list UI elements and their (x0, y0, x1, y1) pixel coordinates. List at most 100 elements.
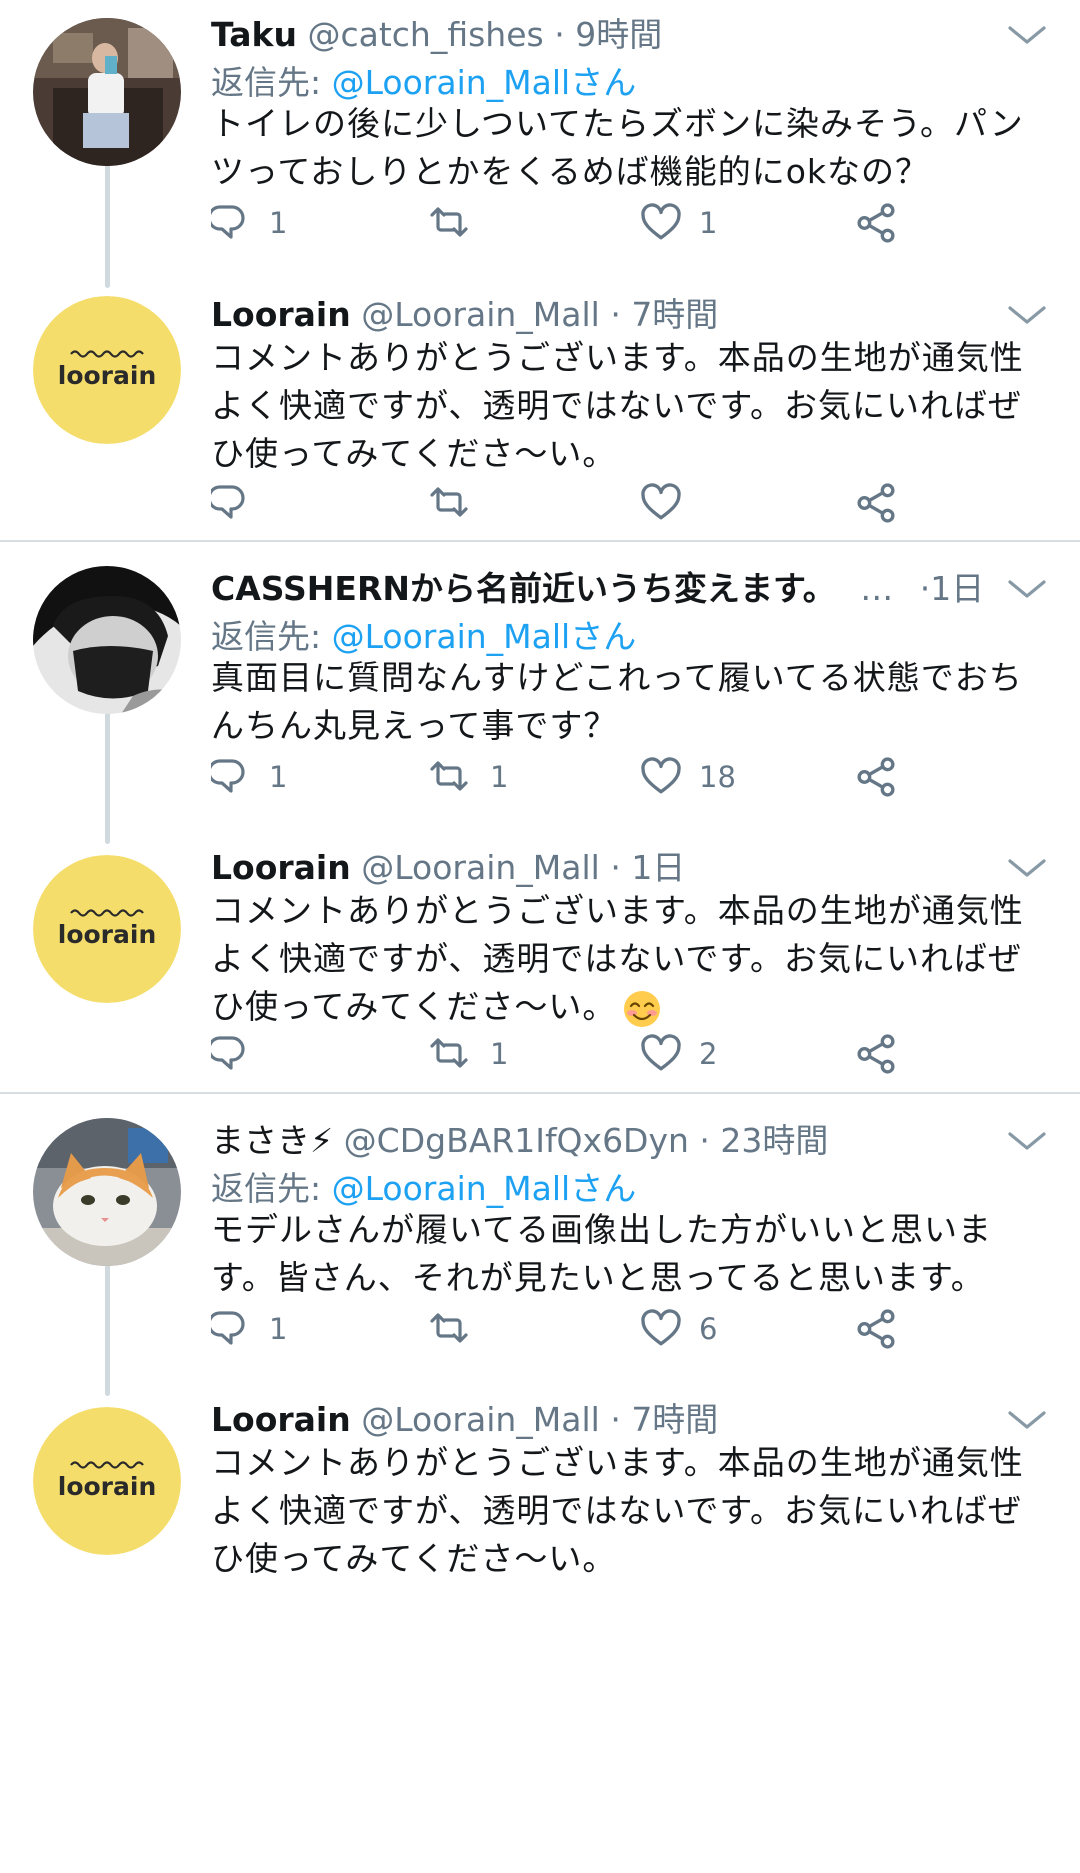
timestamp[interactable]: 9時間 (575, 15, 662, 54)
separator-dot: · (610, 848, 621, 887)
chevron-down-icon[interactable] (1004, 296, 1050, 336)
user-handle[interactable]: @Loorain_Mall (361, 1400, 600, 1439)
display-name[interactable]: CASSHERNから名前近いうち変えます。 (211, 569, 836, 608)
share-button[interactable] (856, 198, 896, 248)
like-count: 18 (699, 760, 736, 794)
logo-text: loorain (58, 1472, 157, 1501)
like-button[interactable]: 18 (641, 752, 736, 802)
action-bar: 1 1 18 (211, 752, 1031, 802)
avatar[interactable] (33, 1118, 181, 1266)
reply-button[interactable]: 1 (211, 1304, 287, 1354)
timestamp[interactable]: 7時間 (631, 295, 718, 334)
retweet-button[interactable] (426, 1304, 490, 1354)
display-name[interactable]: Loorain (211, 1400, 351, 1439)
share-icon (857, 757, 895, 797)
tweet-header: Taku @catch_fishes · 9時間 (211, 12, 990, 58)
avatar[interactable]: loorain (33, 855, 181, 1003)
thread-3: まさき⚡ @CDgBAR1IfQx6Dyn · 23時間 返信先: @Loora… (0, 1094, 1080, 1873)
logo-text: loorain (58, 361, 157, 390)
tweet-text: トイレの後に少しついてたらズボンに染みそう。パンツっておしりとかをくるめば機能的… (211, 104, 1024, 191)
reply-count: 1 (269, 760, 288, 794)
avatar[interactable]: loorain (33, 1407, 181, 1555)
chevron-down-icon[interactable] (1004, 1401, 1050, 1441)
action-bar: 1 1 (211, 198, 1031, 248)
thread-1: Taku @catch_fishes · 9時間 返信先: @Loorain_M… (0, 0, 1080, 542)
tweet-loorain-reply[interactable]: loorain Loorain @Loorain_Mall · 7時間 コメント… (0, 270, 1080, 540)
tweet-content: Loorain @Loorain_Mall · 1日 コメントありがとうございま… (211, 845, 1050, 1085)
retweet-button[interactable]: 1 (426, 1029, 508, 1079)
user-handle[interactable]: @CDgBAR1IfQx6Dyn (344, 1121, 689, 1160)
separator-dot: · (554, 15, 565, 54)
tweet-loorain-reply[interactable]: loorain Loorain @Loorain_Mall · 7時間 コメント… (0, 1379, 1080, 1644)
chevron-down-icon[interactable] (1004, 849, 1050, 889)
reply-to-label: 返信先: (211, 1169, 332, 1208)
like-button[interactable] (641, 478, 699, 528)
user-handle[interactable]: @catch_fishes (307, 15, 543, 54)
reply-button[interactable]: 1 (211, 198, 287, 248)
display-name[interactable]: Loorain (211, 295, 351, 334)
retweet-button[interactable]: 1 (426, 752, 508, 802)
timestamp[interactable]: 7時間 (631, 1400, 718, 1439)
retweet-icon (430, 761, 468, 791)
display-name[interactable]: Loorain (211, 848, 351, 887)
retweet-count: 1 (490, 760, 509, 794)
tweet-text: コメントありがとうございます。本品の生地が通気性よく快適ですが、透明ではないです… (211, 1443, 1024, 1578)
chevron-down-icon[interactable] (1004, 570, 1050, 610)
reply-to-mention[interactable]: @Loorain_Mallさん (332, 617, 637, 656)
tweet-text-body: コメントありがとうございます。本品の生地が通気性よく快適ですが、透明ではないです… (211, 891, 1024, 1026)
like-icon (641, 203, 681, 240)
chevron-down-icon[interactable] (1004, 1122, 1050, 1162)
share-button[interactable] (856, 1029, 896, 1079)
reply-button[interactable]: 1 (211, 752, 287, 802)
share-button[interactable] (856, 1304, 896, 1354)
reply-icon (211, 205, 245, 239)
user-handle[interactable]: @Loorain_Mall (361, 295, 600, 334)
avatar[interactable]: loorain (33, 296, 181, 444)
reply-to-mention[interactable]: @Loorain_Mallさん (332, 63, 637, 102)
like-icon (641, 1309, 681, 1346)
avatar[interactable] (33, 566, 181, 714)
display-name[interactable]: Taku (211, 15, 297, 54)
action-bar: 1 6 (211, 1304, 1031, 1354)
retweet-icon (430, 1038, 468, 1068)
reply-to-label: 返信先: (211, 63, 332, 102)
reply-count: 1 (269, 1312, 288, 1346)
reply-to-label: 返信先: (211, 617, 332, 656)
reply-icon (211, 1311, 245, 1345)
tweet-text: コメントありがとうございます。本品の生地が通気性よく快適ですが、透明ではないです… (211, 338, 1024, 473)
like-button[interactable]: 6 (641, 1304, 717, 1354)
share-button[interactable] (856, 752, 896, 802)
tweet-content: Taku @catch_fishes · 9時間 返信先: @Loorain_M… (211, 12, 1050, 262)
display-name[interactable]: まさき⚡ (211, 1121, 333, 1160)
timestamp[interactable]: 1日 (631, 848, 685, 887)
tweet-casshern[interactable]: CASSHERNから名前近いうち変えます。 … ·1日 返信先: @Loorai… (0, 542, 1080, 827)
avatar[interactable] (33, 18, 181, 166)
share-button[interactable] (856, 478, 896, 528)
tweet-loorain-reply[interactable]: loorain Loorain @Loorain_Mall · 1日 コメントあ… (0, 827, 1080, 1092)
separator-dot: · (610, 1400, 621, 1439)
tweet-text: 真面目に質問なんすけどこれって履いてる状態でおちんちん丸見えって事です？ (211, 658, 1023, 745)
smiling-face-emoji (624, 990, 661, 1027)
tweet-text: モデルさんが履いてる画像出した方がいいと思います。皆さん、それが見たいと思ってる… (211, 1210, 993, 1297)
tweet-header: まさき⚡ @CDgBAR1IfQx6Dyn · 23時間 (211, 1118, 990, 1164)
timestamp[interactable]: 23時間 (720, 1121, 828, 1160)
reply-button[interactable] (211, 1029, 269, 1079)
tweet-masaki[interactable]: まさき⚡ @CDgBAR1IfQx6Dyn · 23時間 返信先: @Loora… (0, 1094, 1080, 1379)
retweet-button[interactable] (426, 198, 490, 248)
chevron-down-icon[interactable] (1004, 16, 1050, 56)
tweet-header: Loorain @Loorain_Mall · 7時間 (211, 292, 990, 338)
like-button[interactable]: 2 (641, 1029, 717, 1079)
retweet-icon (430, 1313, 468, 1343)
retweet-count: 1 (490, 1037, 509, 1071)
like-button[interactable]: 1 (641, 198, 717, 248)
retweet-button[interactable] (426, 478, 490, 528)
separator-dot: · (699, 1121, 710, 1160)
timestamp[interactable]: 1日 (930, 569, 984, 608)
reply-to-mention[interactable]: @Loorain_Mallさん (332, 1169, 637, 1208)
user-handle[interactable]: @Loorain_Mall (361, 848, 600, 887)
reply-button[interactable] (211, 478, 269, 528)
action-bar (211, 478, 1031, 528)
share-icon (857, 1034, 895, 1074)
tweet-taku[interactable]: Taku @catch_fishes · 9時間 返信先: @Loorain_M… (0, 0, 1080, 270)
tweet-header: Loorain @Loorain_Mall · 1日 (211, 845, 990, 891)
